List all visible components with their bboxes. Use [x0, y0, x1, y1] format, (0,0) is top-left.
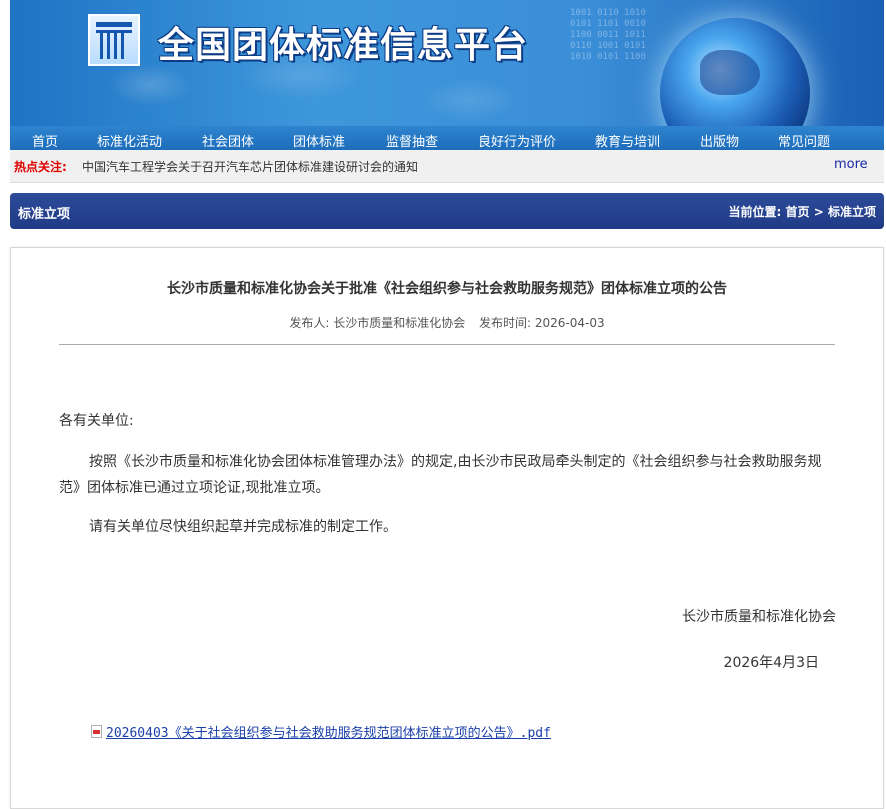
nav-item-social-groups[interactable]: 社会团体 — [202, 131, 254, 150]
title-divider — [59, 344, 835, 345]
nav-item-inspection[interactable]: 监督抽查 — [386, 131, 438, 150]
attachment: 20260403《关于社会组织参与社会救助服务规范团体标准立项的公告》.pdf — [91, 722, 551, 741]
nav-item-education[interactable]: 教育与培训 — [595, 131, 660, 150]
section-header: 标准立项 当前位置: 首页 > 标准立项 — [10, 193, 884, 229]
page-wrapper: 1001 0110 1010 0101 1101 0010 1100 0011 … — [10, 0, 884, 150]
hot-news-label: 热点关注: — [14, 160, 67, 174]
more-link[interactable]: more — [834, 157, 868, 172]
binary-pattern: 1001 0110 1010 0101 1101 0010 1100 0011 … — [570, 8, 646, 62]
site-title[interactable]: 全国团体标准信息平台 — [158, 16, 528, 68]
article-paragraph-2: 请有关单位尽快组织起草并完成标准的制定工作。 — [89, 519, 397, 535]
breadcrumb-prefix: 当前位置: — [728, 205, 782, 219]
section-title: 标准立项 — [18, 207, 71, 222]
article-container: 长沙市质量和标准化协会关于批准《社会组织参与社会救助服务规范》团体标准立项的公告… — [10, 247, 884, 809]
breadcrumb-separator: > — [813, 205, 824, 219]
article-signature: 长沙市质量和标准化协会 — [682, 609, 836, 625]
breadcrumb: 当前位置: 首页 > 标准立项 — [729, 203, 876, 220]
attachment-link[interactable]: 20260403《关于社会组织参与社会救助服务规范团体标准立项的公告》.pdf — [106, 722, 551, 741]
site-logo-icon[interactable] — [88, 14, 140, 66]
article-publisher: 发布人: 长沙市质量和标准化协会 — [289, 316, 466, 330]
nav-item-group-standards[interactable]: 团体标准 — [293, 131, 345, 150]
article-date: 2026年4月3日 — [723, 655, 819, 671]
article-paragraph-1: 按照《长沙市质量和标准化协会团体标准管理办法》的规定,由长沙市民政局牵头制定的《… — [59, 454, 822, 496]
article-salutation: 各有关单位: — [59, 413, 134, 429]
globe-land-graphic — [700, 50, 760, 95]
nav-item-standardization[interactable]: 标准化活动 — [97, 131, 162, 150]
hot-news-bar: 热点关注: 中国汽车工程学会关于召开汽车芯片团体标准建设研讨会的通知 more — [10, 150, 884, 183]
header-banner: 1001 0110 1010 0101 1101 0010 1100 0011 … — [10, 0, 884, 126]
article-meta: 发布人: 长沙市质量和标准化协会 发布时间: 2026-04-03 — [11, 314, 883, 331]
article-publish-time: 发布时间: 2026-04-03 — [479, 316, 605, 330]
article-title: 长沙市质量和标准化协会关于批准《社会组织参与社会救助服务规范》团体标准立项的公告 — [167, 281, 727, 297]
nav-item-publications[interactable]: 出版物 — [700, 131, 739, 150]
hot-news-link[interactable]: 中国汽车工程学会关于召开汽车芯片团体标准建设研讨会的通知 — [82, 158, 418, 175]
breadcrumb-current[interactable]: 标准立项 — [828, 205, 876, 219]
nav-item-faq[interactable]: 常见问题 — [778, 131, 830, 150]
breadcrumb-home[interactable]: 首页 — [786, 205, 810, 219]
nav-item-home[interactable]: 首页 — [32, 131, 58, 150]
nav-item-evaluation[interactable]: 良好行为评价 — [478, 131, 556, 150]
pdf-file-icon — [91, 725, 102, 738]
